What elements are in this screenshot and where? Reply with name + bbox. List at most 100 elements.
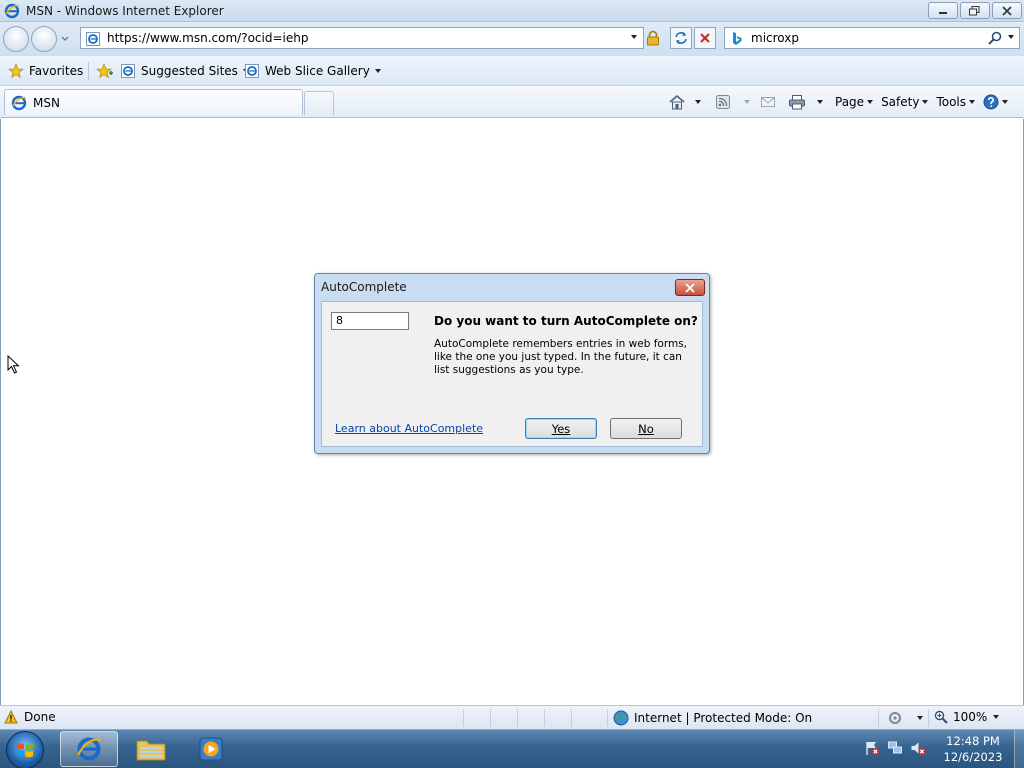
back-button[interactable] [3,26,29,52]
favorites-button[interactable]: Favorites [8,62,83,80]
start-button[interactable] [6,731,44,768]
zoom-level: 100% [953,710,988,724]
refresh-button[interactable] [670,27,692,49]
tab-msn[interactable]: MSN [4,89,303,115]
favorites-separator [88,62,89,80]
tools-menu[interactable]: Tools [936,95,976,109]
tab-label: MSN [33,95,60,110]
security-zone[interactable]: Internet | Protected Mode: On [613,710,812,726]
stop-icon [700,33,710,43]
add-ons-button[interactable] [887,710,923,726]
web-slice-gallery-label: Web Slice Gallery [265,64,370,78]
status-separator [571,709,572,727]
add-to-favorites-bar-button[interactable] [96,62,114,80]
forward-button[interactable] [31,26,57,52]
favorites-label: Favorites [29,64,84,78]
add-ons-dropdown-icon [917,716,923,720]
suggested-sites-button[interactable]: Suggested Sites [120,62,249,80]
clock-date: 12/6/2023 [943,750,1003,764]
system-tray [864,740,926,756]
status-bar: Done Internet | Protected Mode: On 100% [0,705,1024,729]
zoom-icon [934,710,948,724]
ie-icon [77,737,102,761]
minimize-icon [939,11,947,14]
restore-icon [969,5,980,15]
restore-button[interactable] [960,2,990,19]
mouse-cursor-icon [7,355,20,374]
search-icon[interactable] [987,30,1003,46]
clock[interactable]: 12:48 PM 12/6/2023 [932,733,1014,765]
status-separator [878,709,879,727]
page-menu[interactable]: Page [835,95,874,109]
globe-icon [613,710,629,726]
status-separator [463,709,464,727]
address-dropdown-icon[interactable] [631,35,637,39]
ie-page-icon [121,64,135,78]
minimize-button[interactable] [928,2,958,19]
read-mail-button[interactable] [760,95,776,109]
new-tab-button[interactable] [304,91,334,115]
safety-dropdown-icon [922,100,929,104]
bing-icon [733,32,742,45]
warning-icon[interactable] [4,710,18,724]
dialog-body: 8 Do you want to turn AutoComplete on? A… [321,301,703,447]
media-player-icon [199,737,223,761]
feeds-button[interactable] [715,94,750,110]
show-desktop-button[interactable] [1014,730,1024,768]
search-box[interactable]: microxp [724,27,1020,49]
taskbar: 12:48 PM 12/6/2023 [0,729,1024,768]
status-separator [517,709,518,727]
command-bar: Page Safety Tools [668,90,1016,114]
dialog-description: AutoComplete remembers entries in web fo… [434,338,688,376]
suggested-sites-label: Suggested Sites [141,64,238,78]
folder-icon [136,740,166,761]
learn-about-autocomplete-link[interactable]: Learn about AutoComplete [335,422,483,435]
volume-muted-icon[interactable] [910,740,926,756]
taskbar-internet-explorer[interactable] [60,731,118,767]
printer-icon [789,95,805,110]
window-controls [928,2,1022,19]
status-separator [928,709,929,727]
sample-entry-field: 8 [331,312,409,330]
status-text: Done [24,710,56,724]
ie-icon [11,95,27,110]
tab-row: MSN Page Safety Tools [0,86,1024,118]
yes-button[interactable]: Yes [525,418,597,439]
tools-dropdown-icon [969,100,976,104]
stop-button[interactable] [694,27,716,49]
close-icon [685,282,695,293]
no-button[interactable]: No [610,418,682,439]
search-options-dropdown-icon[interactable] [1008,35,1014,39]
zoom-dropdown-icon[interactable] [993,715,999,719]
dialog-close-button[interactable] [675,279,705,296]
status-separator [607,709,608,727]
page-dropdown-icon [867,100,874,104]
safety-menu[interactable]: Safety [881,95,929,109]
taskbar-media-player[interactable] [182,731,240,767]
status-separator [544,709,545,727]
feeds-dropdown-icon[interactable] [744,100,750,104]
recent-pages-dropdown-icon[interactable] [60,34,70,44]
print-dropdown-icon[interactable] [817,100,823,104]
title-bar: MSN - Windows Internet Explorer [0,0,1024,22]
zoom-button[interactable]: 100% [934,710,987,724]
web-slice-gallery-button[interactable]: Web Slice Gallery [244,62,381,80]
help-menu[interactable] [983,94,1009,110]
rss-icon [716,95,730,109]
home-button[interactable] [668,94,701,110]
favorites-bar: Favorites Suggested Sites Web Slice Gall… [0,56,1024,86]
add-ons-icon [889,712,901,724]
ie-page-icon [245,64,259,78]
address-bar[interactable]: https://www.msn.com/?ocid=iehp [80,27,644,49]
refresh-icon [675,32,687,44]
print-button[interactable] [788,94,823,110]
home-icon [669,94,685,110]
close-window-button[interactable] [992,2,1022,19]
action-center-flag-icon[interactable] [864,740,880,756]
taskbar-windows-explorer[interactable] [122,731,180,767]
network-icon[interactable] [887,740,903,756]
address-url: https://www.msn.com/?ocid=iehp [107,31,309,45]
security-report-button[interactable] [642,27,664,49]
dialog-question: Do you want to turn AutoComplete on? [434,314,698,328]
home-dropdown-icon[interactable] [695,100,701,104]
